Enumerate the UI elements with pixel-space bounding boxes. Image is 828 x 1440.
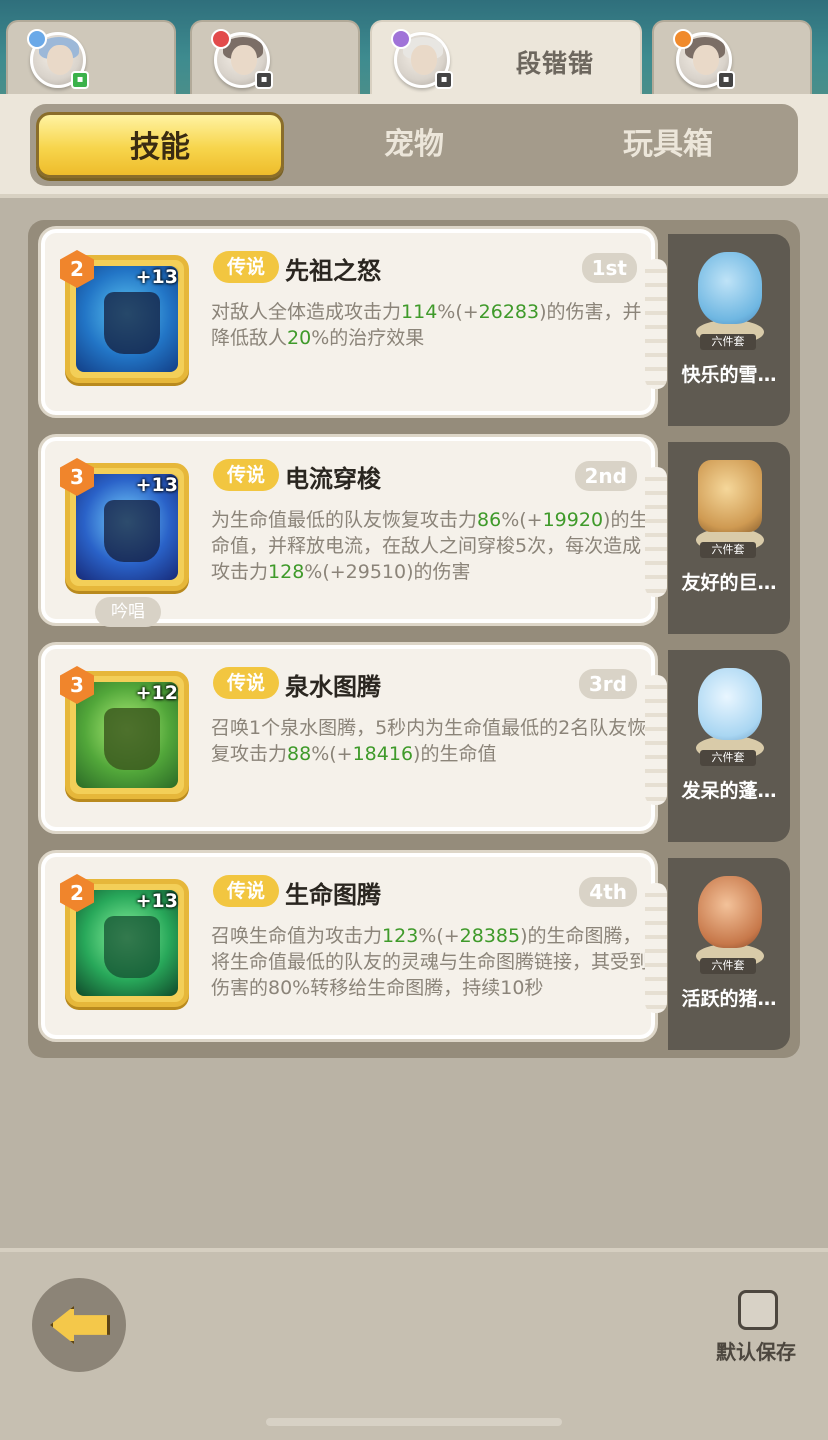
default-save-checkbox[interactable] [738, 1290, 778, 1330]
rarity-tag: 传说 [213, 459, 279, 491]
rarity-tag: 传说 [213, 875, 279, 907]
pet-figure [688, 872, 772, 968]
skill-icon[interactable]: 3 +12 [60, 666, 189, 799]
hero-tab-4[interactable]: ▪ [652, 20, 812, 96]
pet-slot[interactable]: 六件套 快乐的雪… [668, 234, 790, 426]
pet-set-tag: 六件套 [700, 542, 756, 558]
class-icon [673, 29, 693, 49]
controller-icon: ▪ [717, 71, 735, 89]
chant-tag: 吟唱 [95, 597, 161, 627]
pet-slot[interactable]: 六件套 活跃的猪… [668, 858, 790, 1050]
pet-figure [688, 456, 772, 552]
skill-row: 2 +13 传说 先祖之怒 1st 对敌人全体造成攻击力114%(+26283)… [38, 226, 790, 426]
skill-card[interactable]: 2 +13 传说 生命图腾 4th 召唤生命值为攻击力123%(+28385)的… [38, 850, 667, 1042]
skill-row: 3 +13 吟唱 传说 电流穿梭 2nd 为生命值最低的队友恢复攻击力86%(+… [38, 434, 790, 634]
pet-figure [688, 664, 772, 760]
category-bar: 技能 宠物 玩具箱 [0, 94, 828, 198]
hero-avatar: ▪ [211, 29, 273, 89]
pet-slot[interactable]: 六件套 友好的巨… [668, 442, 790, 634]
hero-tab-bar: ▪ ▪ ▪ 段锴锴 ▪ [0, 0, 828, 96]
pet-name: 发呆的蓬… [681, 780, 777, 802]
skill-plus-level: +13 [135, 890, 178, 912]
skill-card[interactable]: 3 +12 传说 泉水图腾 3rd 召唤1个泉水图腾，5秒内为生命值最低的2名队… [38, 642, 667, 834]
rarity-tag: 传说 [213, 667, 279, 699]
skill-row: 2 +13 传说 生命图腾 4th 召唤生命值为攻击力123%(+28385)的… [38, 850, 790, 1050]
rarity-tag: 传说 [213, 251, 279, 283]
skill-description: 对敌人全体造成攻击力114%(+26283)的伤害，并降低敌人20%的治疗效果 [211, 301, 642, 349]
hero-tab-2[interactable]: ▪ [190, 20, 360, 96]
skill-plus-level: +13 [135, 474, 178, 496]
skill-description: 召唤1个泉水图腾，5秒内为生命值最低的2名队友恢复攻击力88%(+18416)的… [211, 717, 647, 765]
skill-icon[interactable]: 2 +13 [60, 874, 189, 1007]
controller-icon: ▪ [435, 71, 453, 89]
tab-skills[interactable]: 技能 [36, 112, 284, 178]
skill-name: 泉水图腾 [285, 673, 381, 701]
skill-plus-level: +12 [135, 682, 178, 704]
hero-avatar: ▪ [673, 29, 735, 89]
default-save-label: 默认保存 [716, 1340, 796, 1364]
pet-name: 活跃的猪… [681, 988, 777, 1010]
back-arrow-icon [50, 1306, 110, 1344]
skill-order-tag: 1st [581, 253, 637, 283]
skill-icon[interactable]: 3 +13 [60, 458, 189, 591]
hero-tab-1[interactable]: ▪ [6, 20, 176, 96]
pet-set-tag: 六件套 [700, 958, 756, 974]
controller-icon: ▪ [255, 71, 273, 89]
home-indicator [266, 1418, 562, 1426]
class-icon [391, 29, 411, 49]
pet-name: 友好的巨… [681, 572, 777, 594]
pet-set-tag: 六件套 [700, 334, 756, 350]
skill-card[interactable]: 2 +13 传说 先祖之怒 1st 对敌人全体造成攻击力114%(+26283)… [38, 226, 667, 418]
class-icon [27, 29, 47, 49]
skill-row: 3 +12 传说 泉水图腾 3rd 召唤1个泉水图腾，5秒内为生命值最低的2名队… [38, 642, 790, 842]
pet-slot[interactable]: 六件套 发呆的蓬… [668, 650, 790, 842]
hero-name: 段锴锴 [516, 49, 595, 78]
skill-name: 先祖之怒 [285, 257, 381, 285]
skill-order-tag: 2nd [574, 461, 637, 491]
pet-figure [688, 248, 772, 344]
bottom-bar: 默认保存 [0, 1248, 828, 1440]
back-button[interactable] [32, 1278, 126, 1372]
pet-set-tag: 六件套 [700, 750, 756, 766]
class-icon [211, 29, 231, 49]
skill-icon[interactable]: 2 +13 [60, 250, 189, 383]
tab-toybox[interactable]: 玩具箱 [544, 112, 792, 178]
skill-name: 生命图腾 [285, 881, 381, 909]
skill-list: 2 +13 传说 先祖之怒 1st 对敌人全体造成攻击力114%(+26283)… [28, 220, 800, 1058]
chat-icon: ▪ [71, 71, 89, 89]
skill-order-tag: 3rd [578, 669, 637, 699]
hero-avatar: ▪ [27, 29, 89, 89]
skill-description: 召唤生命值为攻击力123%(+28385)的生命图腾，将生命值最低的队友的灵魂与… [211, 925, 649, 999]
skill-description: 为生命值最低的队友恢复攻击力86%(+19920)的生命值，并释放电流，在敌人之… [211, 509, 649, 583]
hero-avatar: ▪ [391, 29, 453, 89]
category-switch: 技能 宠物 玩具箱 [30, 104, 798, 186]
pet-name: 快乐的雪… [681, 364, 777, 386]
hero-tab-3[interactable]: ▪ 段锴锴 [370, 20, 642, 96]
skill-plus-level: +13 [135, 266, 178, 288]
skill-card[interactable]: 3 +13 吟唱 传说 电流穿梭 2nd 为生命值最低的队友恢复攻击力86%(+… [38, 434, 667, 627]
skill-order-tag: 4th [579, 877, 637, 907]
skill-name: 电流穿梭 [285, 465, 381, 493]
tab-pets[interactable]: 宠物 [290, 112, 538, 178]
